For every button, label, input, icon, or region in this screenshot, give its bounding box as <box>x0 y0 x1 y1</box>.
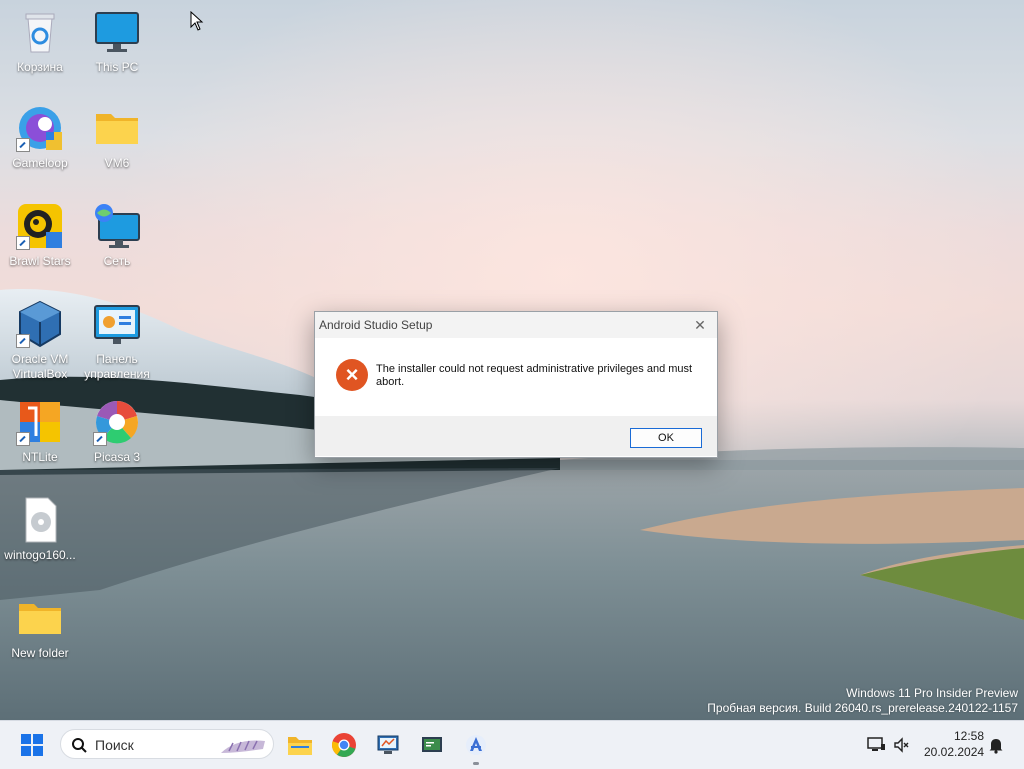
close-icon[interactable]: ✕ <box>691 316 709 334</box>
chrome-icon[interactable] <box>328 729 360 761</box>
folder-icon <box>16 594 64 642</box>
shortcut-arrow-icon <box>16 138 30 152</box>
disc-image-file-icon <box>16 496 64 544</box>
brawl-stars-icon <box>16 202 64 250</box>
shortcut-arrow-icon <box>16 236 30 250</box>
desktop-icon-label: Корзина <box>17 60 63 74</box>
folder-icon <box>93 104 141 152</box>
desktop-icon-control-panel[interactable]: Панель управления <box>77 300 157 382</box>
picasa-icon <box>93 398 141 446</box>
desktop-icon-ntlite[interactable]: NTLite <box>0 398 80 465</box>
desktop-icon-label: Picasa 3 <box>93 450 141 464</box>
search-icon <box>72 738 87 753</box>
terminal-app-icon[interactable] <box>416 729 448 761</box>
taskbar: Поиск 12:58 20.02.2024 <box>0 720 1024 769</box>
mouse-cursor-icon <box>190 11 204 31</box>
gameloop-icon <box>16 104 64 152</box>
desktop-icon-gameloop[interactable]: Gameloop <box>0 104 80 171</box>
active-app-indicator <box>473 762 479 765</box>
shortcut-arrow-icon <box>16 432 30 446</box>
desktop-icon-picasa[interactable]: Picasa 3 <box>77 398 157 465</box>
desktop-icon-brawl-stars[interactable]: Brawl Stars <box>0 202 80 269</box>
recycle-bin-icon <box>16 8 64 56</box>
control-panel-icon <box>93 300 141 348</box>
desktop-icon-label: NTLite <box>22 450 58 464</box>
desktop-icon-label: Gameloop <box>12 156 68 170</box>
desktop-icon-label: Сеть <box>103 254 131 268</box>
dialog-title: Android Studio Setup <box>319 318 433 332</box>
desktop-icon-wintogo[interactable]: wintogo160... <box>0 496 80 563</box>
desktop-icon-label: This PC <box>95 60 139 74</box>
dialog-footer: OK <box>315 416 717 456</box>
watermark-build: Пробная версия. Build 26040.rs_prereleas… <box>707 701 1018 715</box>
search-label: Поиск <box>95 737 134 753</box>
error-icon: × <box>336 359 368 391</box>
shortcut-arrow-icon <box>93 432 107 446</box>
watermark-edition: Windows 11 Pro Insider Preview <box>846 686 1018 700</box>
start-icon[interactable] <box>16 729 48 761</box>
desktop-icon-label: VM6 <box>104 156 130 170</box>
clock-date[interactable]: 20.02.2024 <box>924 745 984 759</box>
remote-app-icon[interactable] <box>372 729 404 761</box>
desktop-icon-network[interactable]: Сеть <box>77 202 157 269</box>
desktop-icon-label: New folder <box>11 646 69 660</box>
virtualbox-icon <box>16 300 64 348</box>
search-box[interactable]: Поиск <box>60 729 274 759</box>
desktop-icon-label: wintogo160... <box>4 548 76 562</box>
desktop-icon-recycle-bin[interactable]: Корзина <box>0 8 80 75</box>
android-studio-installer-icon[interactable] <box>460 729 492 765</box>
desktop-icon-vm6[interactable]: VM6 <box>77 104 157 171</box>
ntlite-icon <box>16 398 64 446</box>
shortcut-arrow-icon <box>16 334 30 348</box>
file-explorer-icon[interactable] <box>284 729 316 761</box>
desktop-icon-new-folder[interactable]: New folder <box>0 594 80 661</box>
error-dialog: Android Studio Setup ✕ × The installer c… <box>314 311 718 458</box>
ok-button[interactable]: OK <box>630 428 702 448</box>
search-highlight-icon <box>221 740 265 753</box>
desktop-icon-label: Oracle VM VirtualBox <box>11 352 69 381</box>
desktop-icon-virtualbox[interactable]: Oracle VM VirtualBox <box>0 300 80 382</box>
volume-muted-icon[interactable] <box>886 729 918 761</box>
dialog-message: The installer could not request administ… <box>376 363 693 388</box>
desktop-icon-this-pc[interactable]: This PC <box>77 8 157 75</box>
network-icon <box>93 202 141 250</box>
desktop-icon-label: Панель управления <box>84 352 150 381</box>
desktop-icon-label: Brawl Stars <box>9 254 71 268</box>
notification-bell-icon[interactable] <box>980 729 1012 761</box>
dialog-body: × The installer could not request admini… <box>315 338 717 416</box>
monitor-icon <box>93 8 141 56</box>
dialog-titlebar[interactable]: Android Studio Setup <box>315 312 717 338</box>
